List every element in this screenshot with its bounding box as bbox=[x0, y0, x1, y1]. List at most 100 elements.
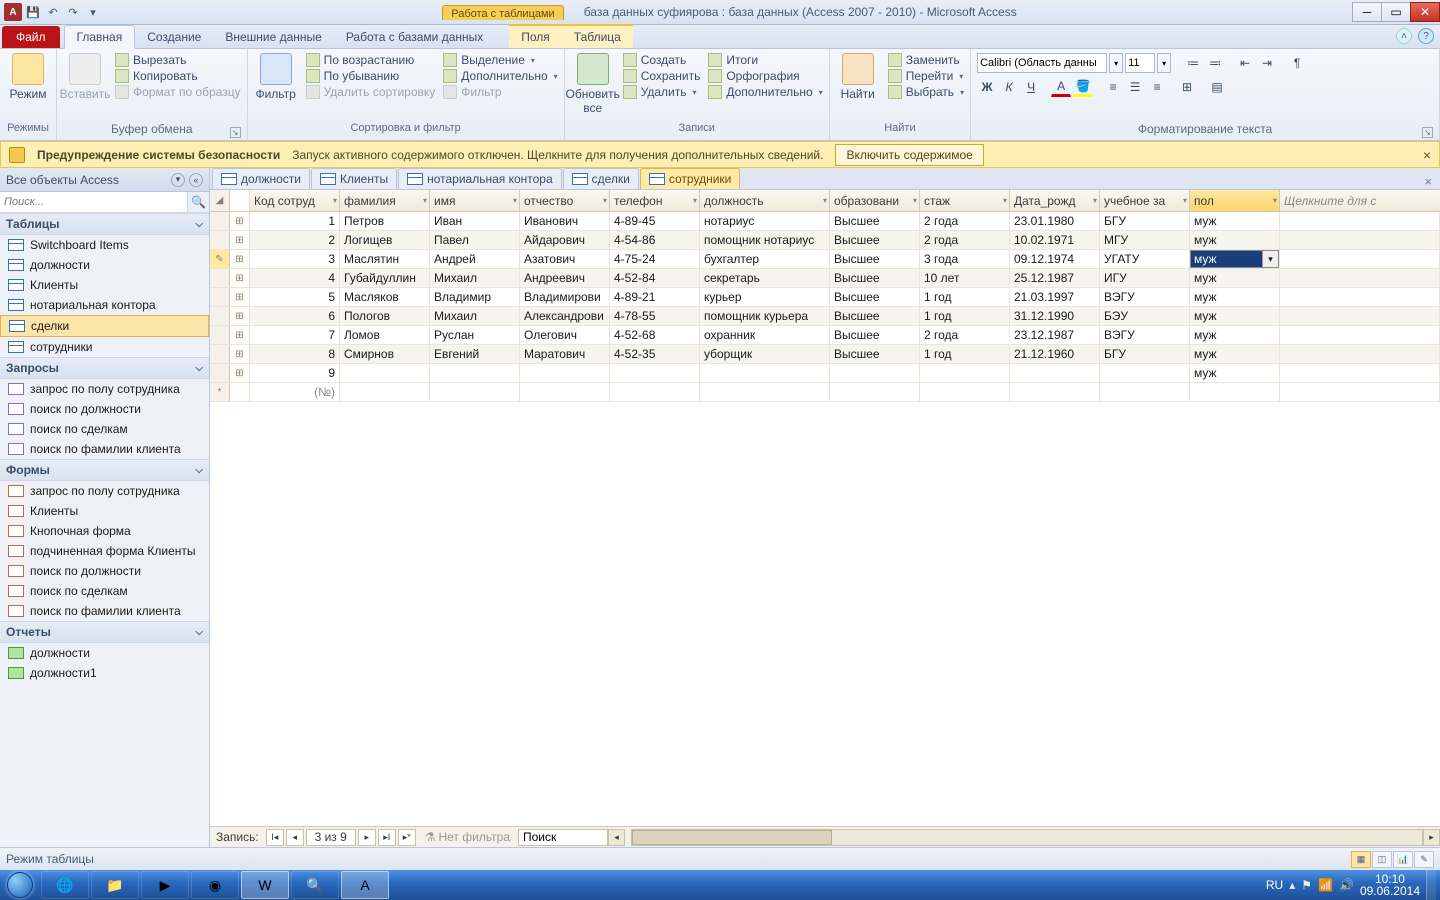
nav-title[interactable]: Все объекты Access bbox=[6, 173, 119, 187]
cell[interactable] bbox=[700, 383, 830, 401]
object-tab[interactable]: сотрудники bbox=[640, 168, 740, 189]
cell[interactable]: 4-54-86 bbox=[610, 231, 700, 249]
row-header[interactable] bbox=[210, 212, 230, 230]
taskbar-ie-icon[interactable]: 🌐 bbox=[41, 871, 89, 899]
cell[interactable]: БГУ bbox=[1100, 212, 1190, 230]
cell[interactable]: Высшее bbox=[830, 288, 920, 306]
cell[interactable]: Высшее bbox=[830, 345, 920, 363]
cell[interactable]: помощник нотариус bbox=[700, 231, 830, 249]
close-object-icon[interactable]: × bbox=[1416, 174, 1440, 189]
font-color-icon[interactable]: A bbox=[1051, 77, 1071, 97]
nav-item[interactable]: поиск по сделкам bbox=[0, 419, 209, 439]
font-size-dropdown[interactable]: ▾ bbox=[1157, 53, 1171, 73]
cell[interactable]: 09.12.1974 bbox=[1010, 250, 1100, 268]
datasheet-view-icon[interactable]: ▦ bbox=[1351, 851, 1371, 868]
nav-menu-icon[interactable]: ▾ bbox=[171, 173, 185, 187]
column-header[interactable]: Код сотруд▾ bbox=[250, 190, 340, 211]
cell[interactable] bbox=[520, 364, 610, 382]
cut-button[interactable]: Вырезать bbox=[115, 53, 241, 67]
row-header[interactable] bbox=[210, 326, 230, 344]
cell[interactable]: Владимирови bbox=[520, 288, 610, 306]
file-tab[interactable]: Файл bbox=[2, 26, 60, 48]
row-header[interactable] bbox=[210, 288, 230, 306]
column-dropdown-icon[interactable]: ▾ bbox=[823, 196, 827, 205]
nav-item[interactable]: подчиненная форма Клиенты bbox=[0, 541, 209, 561]
cell[interactable]: уборщик bbox=[700, 345, 830, 363]
align-left-icon[interactable]: ≡ bbox=[1103, 77, 1123, 97]
cell[interactable]: Высшее bbox=[830, 250, 920, 268]
nav-item[interactable]: должности bbox=[0, 643, 209, 663]
select-all-cell[interactable]: ◢ bbox=[210, 190, 230, 211]
cell[interactable]: Михаил bbox=[430, 307, 520, 325]
cell[interactable]: бухгалтер bbox=[700, 250, 830, 268]
align-center-icon[interactable]: ☰ bbox=[1125, 77, 1145, 97]
prev-record-button[interactable]: ◂ bbox=[286, 829, 304, 846]
show-desktop-button[interactable] bbox=[1426, 870, 1436, 900]
cell[interactable]: 9 bbox=[250, 364, 340, 382]
cell[interactable]: 2 bbox=[250, 231, 340, 249]
cell[interactable]: Пологов bbox=[340, 307, 430, 325]
cell[interactable]: 3 bbox=[250, 250, 340, 268]
copy-button[interactable]: Копировать bbox=[115, 69, 241, 83]
align-right-icon[interactable]: ≡ bbox=[1147, 77, 1167, 97]
tray-volume-icon[interactable]: 🔊 bbox=[1339, 878, 1354, 892]
object-tab[interactable]: нотариальная контора bbox=[398, 168, 562, 189]
taskbar-magnifier-icon[interactable]: 🔍 bbox=[291, 871, 339, 899]
close-security-icon[interactable]: × bbox=[1423, 147, 1431, 163]
font-name-input[interactable] bbox=[977, 53, 1107, 73]
combo-dropdown-icon[interactable]: ▾ bbox=[1262, 251, 1278, 267]
cell[interactable] bbox=[430, 364, 520, 382]
cell[interactable]: помощник курьера bbox=[700, 307, 830, 325]
bold-icon[interactable]: Ж bbox=[977, 77, 997, 97]
expand-row-icon[interactable]: ⊞ bbox=[230, 326, 250, 344]
sort-desc-button[interactable]: По убыванию bbox=[306, 69, 436, 83]
cell[interactable]: Михаил bbox=[430, 269, 520, 287]
cell[interactable]: ВЭГУ bbox=[1100, 326, 1190, 344]
hscrollbar[interactable] bbox=[631, 829, 1423, 846]
cell[interactable]: ИГУ bbox=[1100, 269, 1190, 287]
cell[interactable]: Андреевич bbox=[520, 269, 610, 287]
taskbar-mediaplayer-icon[interactable]: ▶ bbox=[141, 871, 189, 899]
find-button[interactable]: Найти bbox=[836, 53, 880, 101]
goto-button[interactable]: Перейти bbox=[888, 69, 964, 83]
cell[interactable]: 4-75-24 bbox=[610, 250, 700, 268]
underline-icon[interactable]: Ч bbox=[1021, 77, 1041, 97]
tab-external-data[interactable]: Внешние данные bbox=[213, 26, 334, 48]
row-header[interactable] bbox=[210, 364, 230, 382]
cell[interactable]: муж bbox=[1190, 364, 1280, 382]
bullets-icon[interactable]: ≔ bbox=[1183, 53, 1203, 73]
cell[interactable]: Высшее bbox=[830, 307, 920, 325]
cell[interactable] bbox=[830, 364, 920, 382]
textformat-dialog-icon[interactable]: ↘ bbox=[1422, 127, 1433, 138]
cell[interactable]: Евгений bbox=[430, 345, 520, 363]
cell[interactable]: БГУ bbox=[1100, 345, 1190, 363]
cell[interactable]: Логищев bbox=[340, 231, 430, 249]
nav-search-input[interactable] bbox=[0, 192, 187, 212]
cell[interactable]: курьер bbox=[700, 288, 830, 306]
cell[interactable]: Маратович bbox=[520, 345, 610, 363]
row-header[interactable] bbox=[210, 231, 230, 249]
tab-fields[interactable]: Поля bbox=[509, 24, 562, 48]
cell[interactable]: 4-52-68 bbox=[610, 326, 700, 344]
row-header[interactable] bbox=[210, 345, 230, 363]
tray-chevron-icon[interactable]: ▴ bbox=[1289, 878, 1295, 892]
column-header[interactable]: образовани▾ bbox=[830, 190, 920, 211]
expand-row-icon[interactable]: ⊞ bbox=[230, 364, 250, 382]
nav-cat-tables[interactable]: Таблицы⌵ bbox=[0, 213, 209, 235]
column-header[interactable]: пол▾ bbox=[1190, 190, 1280, 211]
column-header[interactable]: Дата_рожд▾ bbox=[1010, 190, 1100, 211]
column-dropdown-icon[interactable]: ▾ bbox=[693, 196, 697, 205]
expand-row-icon[interactable]: ⊞ bbox=[230, 212, 250, 230]
toggle-filter-button[interactable]: Фильтр bbox=[443, 85, 557, 99]
column-dropdown-icon[interactable]: ▾ bbox=[603, 196, 607, 205]
last-record-button[interactable]: ▸I bbox=[378, 829, 396, 846]
cell[interactable]: 4-52-35 bbox=[610, 345, 700, 363]
nav-item[interactable]: должности bbox=[0, 255, 209, 275]
pivotchart-view-icon[interactable]: 📊 bbox=[1393, 851, 1413, 868]
increase-indent-icon[interactable]: ⇥ bbox=[1257, 53, 1277, 73]
record-position[interactable]: 3 из 9 bbox=[306, 829, 356, 846]
cell[interactable]: 6 bbox=[250, 307, 340, 325]
cell[interactable]: 31.12.1990 bbox=[1010, 307, 1100, 325]
new-record-nav-button[interactable]: ▸* bbox=[398, 829, 416, 846]
cell[interactable] bbox=[520, 383, 610, 401]
